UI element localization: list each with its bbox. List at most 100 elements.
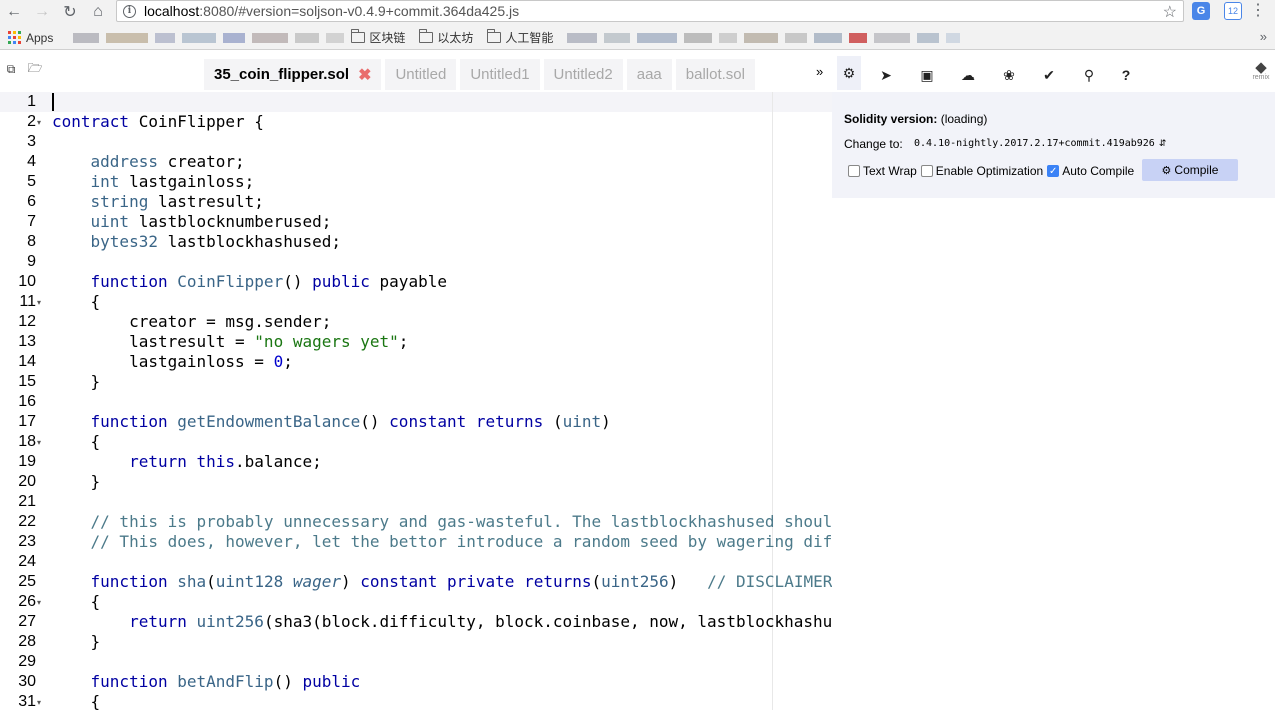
code-line[interactable]: 19 return this.balance; [0,452,832,472]
code-line[interactable]: 12 creator = msg.sender; [0,312,832,332]
tab-untitled2[interactable]: Untitled2 [543,59,623,90]
bookmark-item[interactable] [567,32,598,43]
code-line[interactable]: 4 address creator; [0,152,832,172]
code-line[interactable]: 21 [0,492,832,512]
code-line[interactable]: 15 } [0,372,832,392]
tab-35-coin-flipper[interactable]: 35_coin_flipper.sol ✖ [204,59,382,90]
bookmark-item[interactable] [106,32,149,43]
code-line[interactable]: 7 uint lastblocknumberused; [0,212,832,232]
bookmark-folder[interactable]: 区块链 [351,29,405,46]
fold-arrow-icon[interactable]: ▾ [37,293,41,313]
back-icon[interactable]: ← [2,1,26,23]
fold-arrow-icon[interactable]: ▾ [37,593,41,613]
tabs-scroll-right-icon[interactable]: » [816,64,823,79]
fold-arrow-icon[interactable]: ▾ [37,433,41,453]
code-line[interactable]: 8 bytes32 lastblockhashused; [0,232,832,252]
code-line[interactable]: 20 } [0,472,832,492]
cube-icon[interactable]: ▣ [918,66,936,84]
code-line[interactable]: 6 string lastresult; [0,192,832,212]
code-line[interactable]: 26 ▾ { [0,592,832,612]
tab-aaa[interactable]: aaa [626,59,672,90]
code-line[interactable]: 25 function sha(uint128 wager) constant … [0,572,832,592]
tab-ballot[interactable]: ballot.sol [675,59,755,90]
optimization-option[interactable]: Enable Optimization [920,164,1043,178]
bookmark-folder[interactable]: 以太坊 [419,29,473,46]
bookmark-item[interactable] [874,32,911,43]
code-line[interactable]: 29 [0,652,832,672]
bookmark-item[interactable] [849,32,868,43]
code-line[interactable]: 5 int lastgainloss; [0,172,832,192]
cloud-upload-icon[interactable]: ☁ [959,66,977,84]
code-line[interactable]: 3 [0,132,832,152]
bookmark-item[interactable] [295,32,320,43]
text-wrap-checkbox[interactable] [848,165,860,177]
info-icon[interactable]: i [123,4,136,18]
code-line[interactable]: 23 // This does, however, let the bettor… [0,532,832,552]
code-line[interactable]: 2 ▾ contract CoinFlipper { [0,112,832,132]
send-icon[interactable]: ➤ [877,66,895,84]
code-line[interactable]: 10 function CoinFlipper() public payable [0,272,832,292]
bookmark-star-icon[interactable]: ☆ [1163,2,1177,22]
optimization-checkbox[interactable] [920,165,933,177]
code-editor[interactable]: 1 2 ▾ contract CoinFlipper {3 4 address crea… [0,92,832,710]
code-line[interactable]: 16 [0,392,832,412]
browser-menu-icon[interactable]: ⋮ [1250,2,1266,20]
home-icon[interactable]: ⌂ [86,1,110,23]
tab-untitled1[interactable]: Untitled1 [460,59,540,90]
new-file-icon[interactable]: ⧉ [4,62,18,76]
open-folder-icon[interactable]: 🗁 [28,61,43,76]
check-icon[interactable]: ✔ [1040,66,1058,84]
auto-compile-checkbox[interactable]: ✓ [1047,165,1060,177]
bookmark-item[interactable] [785,32,808,43]
help-icon[interactable]: ? [1117,66,1135,84]
code-line[interactable]: 24 [0,552,832,572]
close-tab-icon[interactable]: ✖ [358,65,371,85]
code-line[interactable]: 9 [0,252,832,272]
forward-icon[interactable]: → [30,1,54,23]
code-text: function betAndFlip() public [90,672,361,691]
calendar-extension-icon[interactable]: 12 [1224,2,1242,20]
bookmark-item[interactable] [637,32,678,43]
auto-compile-option[interactable]: ✓ Auto Compile [1047,164,1134,178]
bookmark-item[interactable] [917,32,940,43]
code-line[interactable]: 27 return uint256(sha3(block.difficulty,… [0,612,832,632]
code-line[interactable]: 28 } [0,632,832,652]
reload-icon[interactable]: ↻ [58,1,82,23]
bookmarks-overflow-icon[interactable]: » [1260,29,1267,44]
code-line[interactable]: 17 function getEndowmentBalance() consta… [0,412,832,432]
code-line[interactable]: 30 function betAndFlip() public [0,672,832,692]
bookmark-item[interactable] [744,32,779,43]
bookmark-item[interactable] [182,32,217,43]
version-select[interactable]: 0.4.10-nightly.2017.2.17+commit.419ab926… [914,138,1166,149]
bookmark-item[interactable] [326,32,345,43]
translate-extension-icon[interactable]: G [1192,2,1210,20]
bookmark-item[interactable] [684,32,713,43]
bookmark-item[interactable] [719,32,738,43]
gear-icon[interactable]: ⚙ [837,56,861,90]
code-line[interactable]: 13 lastresult = "no wagers yet"; [0,332,832,352]
code-line[interactable]: 14 lastgainloss = 0; [0,352,832,372]
fold-arrow-icon[interactable]: ▾ [37,693,41,710]
version-value: (loading) [940,112,988,126]
bookmark-item[interactable] [223,32,246,43]
bookmark-folder[interactable]: 人工智能 [487,29,553,46]
bookmark-item[interactable] [604,32,631,43]
bookmark-item[interactable] [946,32,961,43]
address-bar[interactable]: i localhost:8080/#version=soljson-v0.4.9… [116,0,1184,22]
text-wrap-option[interactable]: Text Wrap [848,164,917,178]
bookmark-item[interactable] [814,32,843,43]
bookmark-item[interactable] [155,32,176,43]
bookmark-item[interactable] [252,32,289,43]
code-line[interactable]: 22 // this is probably unnecessary and g… [0,512,832,532]
apps-shortcut[interactable]: Apps [8,31,53,45]
code-line[interactable]: 1 [0,92,832,112]
bug-icon[interactable]: ❀ [1000,66,1018,84]
tab-untitled[interactable]: Untitled [385,59,457,90]
bookmark-item[interactable] [73,32,100,43]
code-line[interactable]: 31 ▾ { [0,692,832,710]
compile-button[interactable]: ⚙ Compile [1142,159,1238,181]
code-line[interactable]: 11 ▾ { [0,292,832,312]
search-icon[interactable]: ⚲ [1080,66,1098,84]
fold-arrow-icon[interactable]: ▾ [37,113,41,133]
code-line[interactable]: 18 ▾ { [0,432,832,452]
